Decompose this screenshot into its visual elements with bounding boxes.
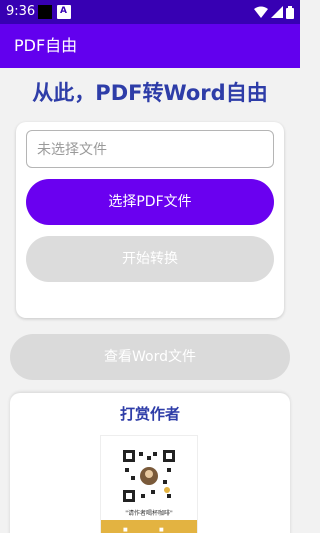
view-word-button[interactable]: 查看Word文件 bbox=[10, 334, 290, 380]
app-title: PDF自由 bbox=[14, 36, 78, 55]
qr-code-icon bbox=[123, 450, 175, 502]
file-name-field[interactable]: 未选择文件 bbox=[26, 130, 274, 168]
alipay-icon: ■ bbox=[159, 527, 164, 533]
page-headline: 从此，PDF转Word自由 bbox=[32, 81, 268, 105]
status-time: 9:36 bbox=[6, 4, 36, 19]
app-bar: PDF自由 bbox=[0, 24, 300, 68]
reward-title: 打赏作者 bbox=[119, 405, 180, 423]
start-convert-button[interactable]: 开始转换 bbox=[26, 236, 274, 282]
app-notification-icon: A bbox=[57, 5, 71, 19]
converter-card: 未选择文件 选择PDF文件 开始转换 bbox=[16, 122, 284, 318]
battery-icon bbox=[286, 5, 294, 19]
select-pdf-button[interactable]: 选择PDF文件 bbox=[26, 179, 274, 225]
wechat-pay-icon: ■ bbox=[123, 527, 128, 533]
reward-card: 打赏作者 "请作者喝杯咖啡" ■ ■ bbox=[10, 393, 290, 533]
reward-qr-image: "请作者喝杯咖啡" ■ ■ bbox=[100, 435, 198, 533]
signal-icon bbox=[271, 6, 283, 18]
file-field-placeholder: 未选择文件 bbox=[37, 142, 107, 158]
qr-payment-bar: ■ ■ bbox=[101, 520, 197, 533]
notification-icon bbox=[38, 5, 52, 19]
status-bar: 9:36 A bbox=[0, 0, 300, 24]
wifi-icon bbox=[254, 6, 268, 18]
status-icons bbox=[254, 3, 294, 21]
qr-caption: "请作者喝杯咖啡" bbox=[125, 510, 173, 517]
